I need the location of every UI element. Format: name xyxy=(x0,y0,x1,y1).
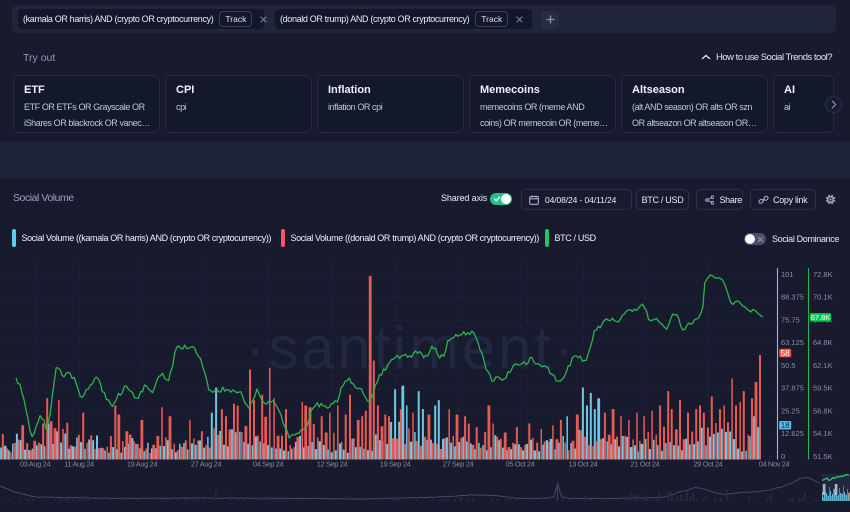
svg-text:04 Sep 24: 04 Sep 24 xyxy=(253,460,284,469)
svg-text:27 Aug 24: 27 Aug 24 xyxy=(191,460,221,469)
svg-text:56.8K: 56.8K xyxy=(813,406,833,415)
svg-text:13 Oct 24: 13 Oct 24 xyxy=(569,460,598,469)
svg-text:63.125: 63.125 xyxy=(781,338,804,347)
svg-text:62.1K: 62.1K xyxy=(813,361,833,370)
svg-text:04 Nov 24: 04 Nov 24 xyxy=(759,460,790,469)
svg-text:·santiment·: ·santiment· xyxy=(246,315,577,382)
svg-text:88.375: 88.375 xyxy=(781,293,804,302)
svg-text:101: 101 xyxy=(781,270,794,279)
svg-text:59.5K: 59.5K xyxy=(813,384,833,393)
svg-text:54.1K: 54.1K xyxy=(813,429,833,438)
svg-text:19 Sep 24: 19 Sep 24 xyxy=(380,460,411,469)
svg-text:67.8K: 67.8K xyxy=(811,313,831,322)
svg-text:12.625: 12.625 xyxy=(781,429,804,438)
svg-text:70.1K: 70.1K xyxy=(813,293,833,302)
svg-text:18: 18 xyxy=(781,421,790,430)
svg-text:50.5: 50.5 xyxy=(781,361,796,370)
svg-text:29 Oct 24: 29 Oct 24 xyxy=(694,460,723,469)
svg-text:37.875: 37.875 xyxy=(781,384,804,393)
svg-text:05 Oct 24: 05 Oct 24 xyxy=(506,460,535,469)
svg-text:11 Aug 24: 11 Aug 24 xyxy=(64,460,94,469)
svg-text:21 Oct 24: 21 Oct 24 xyxy=(631,460,660,469)
svg-text:75.75: 75.75 xyxy=(781,315,800,324)
svg-text:12 Sep 24: 12 Sep 24 xyxy=(317,460,348,469)
svg-text:03 Aug 24: 03 Aug 24 xyxy=(20,460,50,469)
svg-text:58: 58 xyxy=(781,349,790,358)
svg-text:19 Aug 24: 19 Aug 24 xyxy=(127,460,157,469)
svg-text:72.8K: 72.8K xyxy=(813,270,833,279)
svg-text:51.5K: 51.5K xyxy=(813,452,833,461)
svg-text:25.25: 25.25 xyxy=(781,406,800,415)
svg-text:64.8K: 64.8K xyxy=(813,338,833,347)
svg-text:27 Sep 24: 27 Sep 24 xyxy=(443,460,474,469)
